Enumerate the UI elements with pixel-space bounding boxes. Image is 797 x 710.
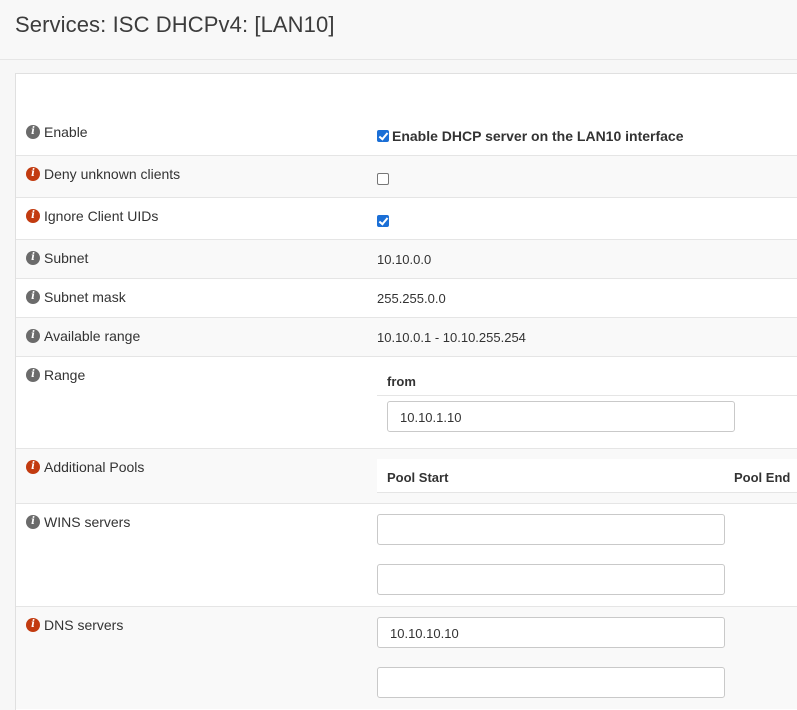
info-icon[interactable]: i bbox=[26, 329, 40, 343]
enable-label-wrap: i Enable bbox=[26, 124, 88, 140]
dns-label-wrap: i DNS servers bbox=[26, 617, 123, 633]
wins-label: WINS servers bbox=[44, 514, 131, 530]
wins-server-2-input[interactable] bbox=[377, 564, 725, 595]
ignore-uids-label-wrap: i Ignore Client UIDs bbox=[26, 208, 158, 224]
available-range-value: 10.10.0.1 - 10.10.255.254 bbox=[377, 330, 526, 345]
row-range: i Range from 10.10.1.10 bbox=[16, 357, 797, 449]
deny-unknown-label-wrap: i Deny unknown clients bbox=[26, 166, 180, 182]
page-title: Services: ISC DHCPv4: [LAN10] bbox=[15, 12, 335, 37]
row-additional-pools: i Additional Pools Pool Start Pool End bbox=[16, 449, 797, 504]
dns-server-2-input[interactable] bbox=[377, 667, 725, 698]
info-icon[interactable]: i bbox=[26, 515, 40, 529]
wins-server-1-input[interactable] bbox=[377, 514, 725, 545]
additional-pools-label: Additional Pools bbox=[44, 459, 145, 475]
range-label: Range bbox=[44, 367, 86, 383]
subnet-label: Subnet bbox=[44, 250, 89, 266]
additional-pools-label-wrap: i Additional Pools bbox=[26, 459, 144, 475]
pool-start-header: Pool Start bbox=[387, 470, 449, 485]
enable-control: Enable DHCP server on the LAN10 interfac… bbox=[377, 127, 684, 144]
row-deny-unknown: i Deny unknown clients bbox=[16, 156, 797, 198]
range-header-row: from bbox=[377, 367, 797, 396]
page-header: Services: ISC DHCPv4: [LAN10] bbox=[0, 0, 797, 60]
row-subnet: i Subnet 10.10.0.0 bbox=[16, 240, 797, 279]
info-icon[interactable]: i bbox=[26, 618, 40, 632]
info-icon[interactable]: i bbox=[26, 167, 40, 181]
subnet-mask-label: Subnet mask bbox=[44, 289, 126, 305]
enable-checkbox[interactable] bbox=[377, 129, 389, 142]
row-enable: i Enable Enable DHCP server on the LAN10… bbox=[16, 114, 797, 156]
info-icon[interactable]: i bbox=[26, 460, 40, 474]
subnet-mask-label-wrap: i Subnet mask bbox=[26, 289, 126, 305]
ignore-uids-label: Ignore Client UIDs bbox=[44, 208, 159, 224]
deny-unknown-checkbox[interactable] bbox=[377, 172, 389, 185]
range-label-wrap: i Range bbox=[26, 367, 85, 383]
subnet-mask-value: 255.255.0.0 bbox=[377, 291, 446, 306]
row-dns-servers: i DNS servers 10.10.10.10 bbox=[16, 607, 797, 709]
info-icon[interactable]: i bbox=[26, 290, 40, 304]
row-subnet-mask: i Subnet mask 255.255.0.0 bbox=[16, 279, 797, 318]
subnet-label-wrap: i Subnet bbox=[26, 250, 88, 266]
info-icon[interactable]: i bbox=[26, 125, 40, 139]
pool-end-header: Pool End bbox=[734, 470, 791, 485]
available-range-label: Available range bbox=[44, 328, 141, 344]
deny-unknown-control bbox=[377, 170, 389, 185]
info-icon[interactable]: i bbox=[26, 209, 40, 223]
deny-unknown-label: Deny unknown clients bbox=[44, 166, 181, 182]
info-icon[interactable]: i bbox=[26, 368, 40, 382]
available-range-label-wrap: i Available range bbox=[26, 328, 140, 344]
row-wins-servers: i WINS servers bbox=[16, 504, 797, 607]
wins-label-wrap: i WINS servers bbox=[26, 514, 130, 530]
enable-checkbox-label[interactable]: Enable DHCP server on the LAN10 interfac… bbox=[392, 128, 684, 144]
range-from-input[interactable]: 10.10.1.10 bbox=[387, 401, 735, 432]
dns-server-1-input[interactable]: 10.10.10.10 bbox=[377, 617, 725, 648]
subnet-value: 10.10.0.0 bbox=[377, 252, 432, 267]
pools-header-row: Pool Start Pool End bbox=[377, 459, 797, 493]
enable-label: Enable bbox=[44, 124, 88, 140]
range-from-header: from bbox=[387, 374, 416, 389]
ignore-uids-checkbox[interactable] bbox=[377, 214, 389, 227]
row-ignore-uids: i Ignore Client UIDs bbox=[16, 198, 797, 240]
dns-label: DNS servers bbox=[44, 617, 124, 633]
info-icon[interactable]: i bbox=[26, 251, 40, 265]
ignore-uids-control bbox=[377, 212, 389, 227]
row-available-range: i Available range 10.10.0.1 - 10.10.255.… bbox=[16, 318, 797, 357]
